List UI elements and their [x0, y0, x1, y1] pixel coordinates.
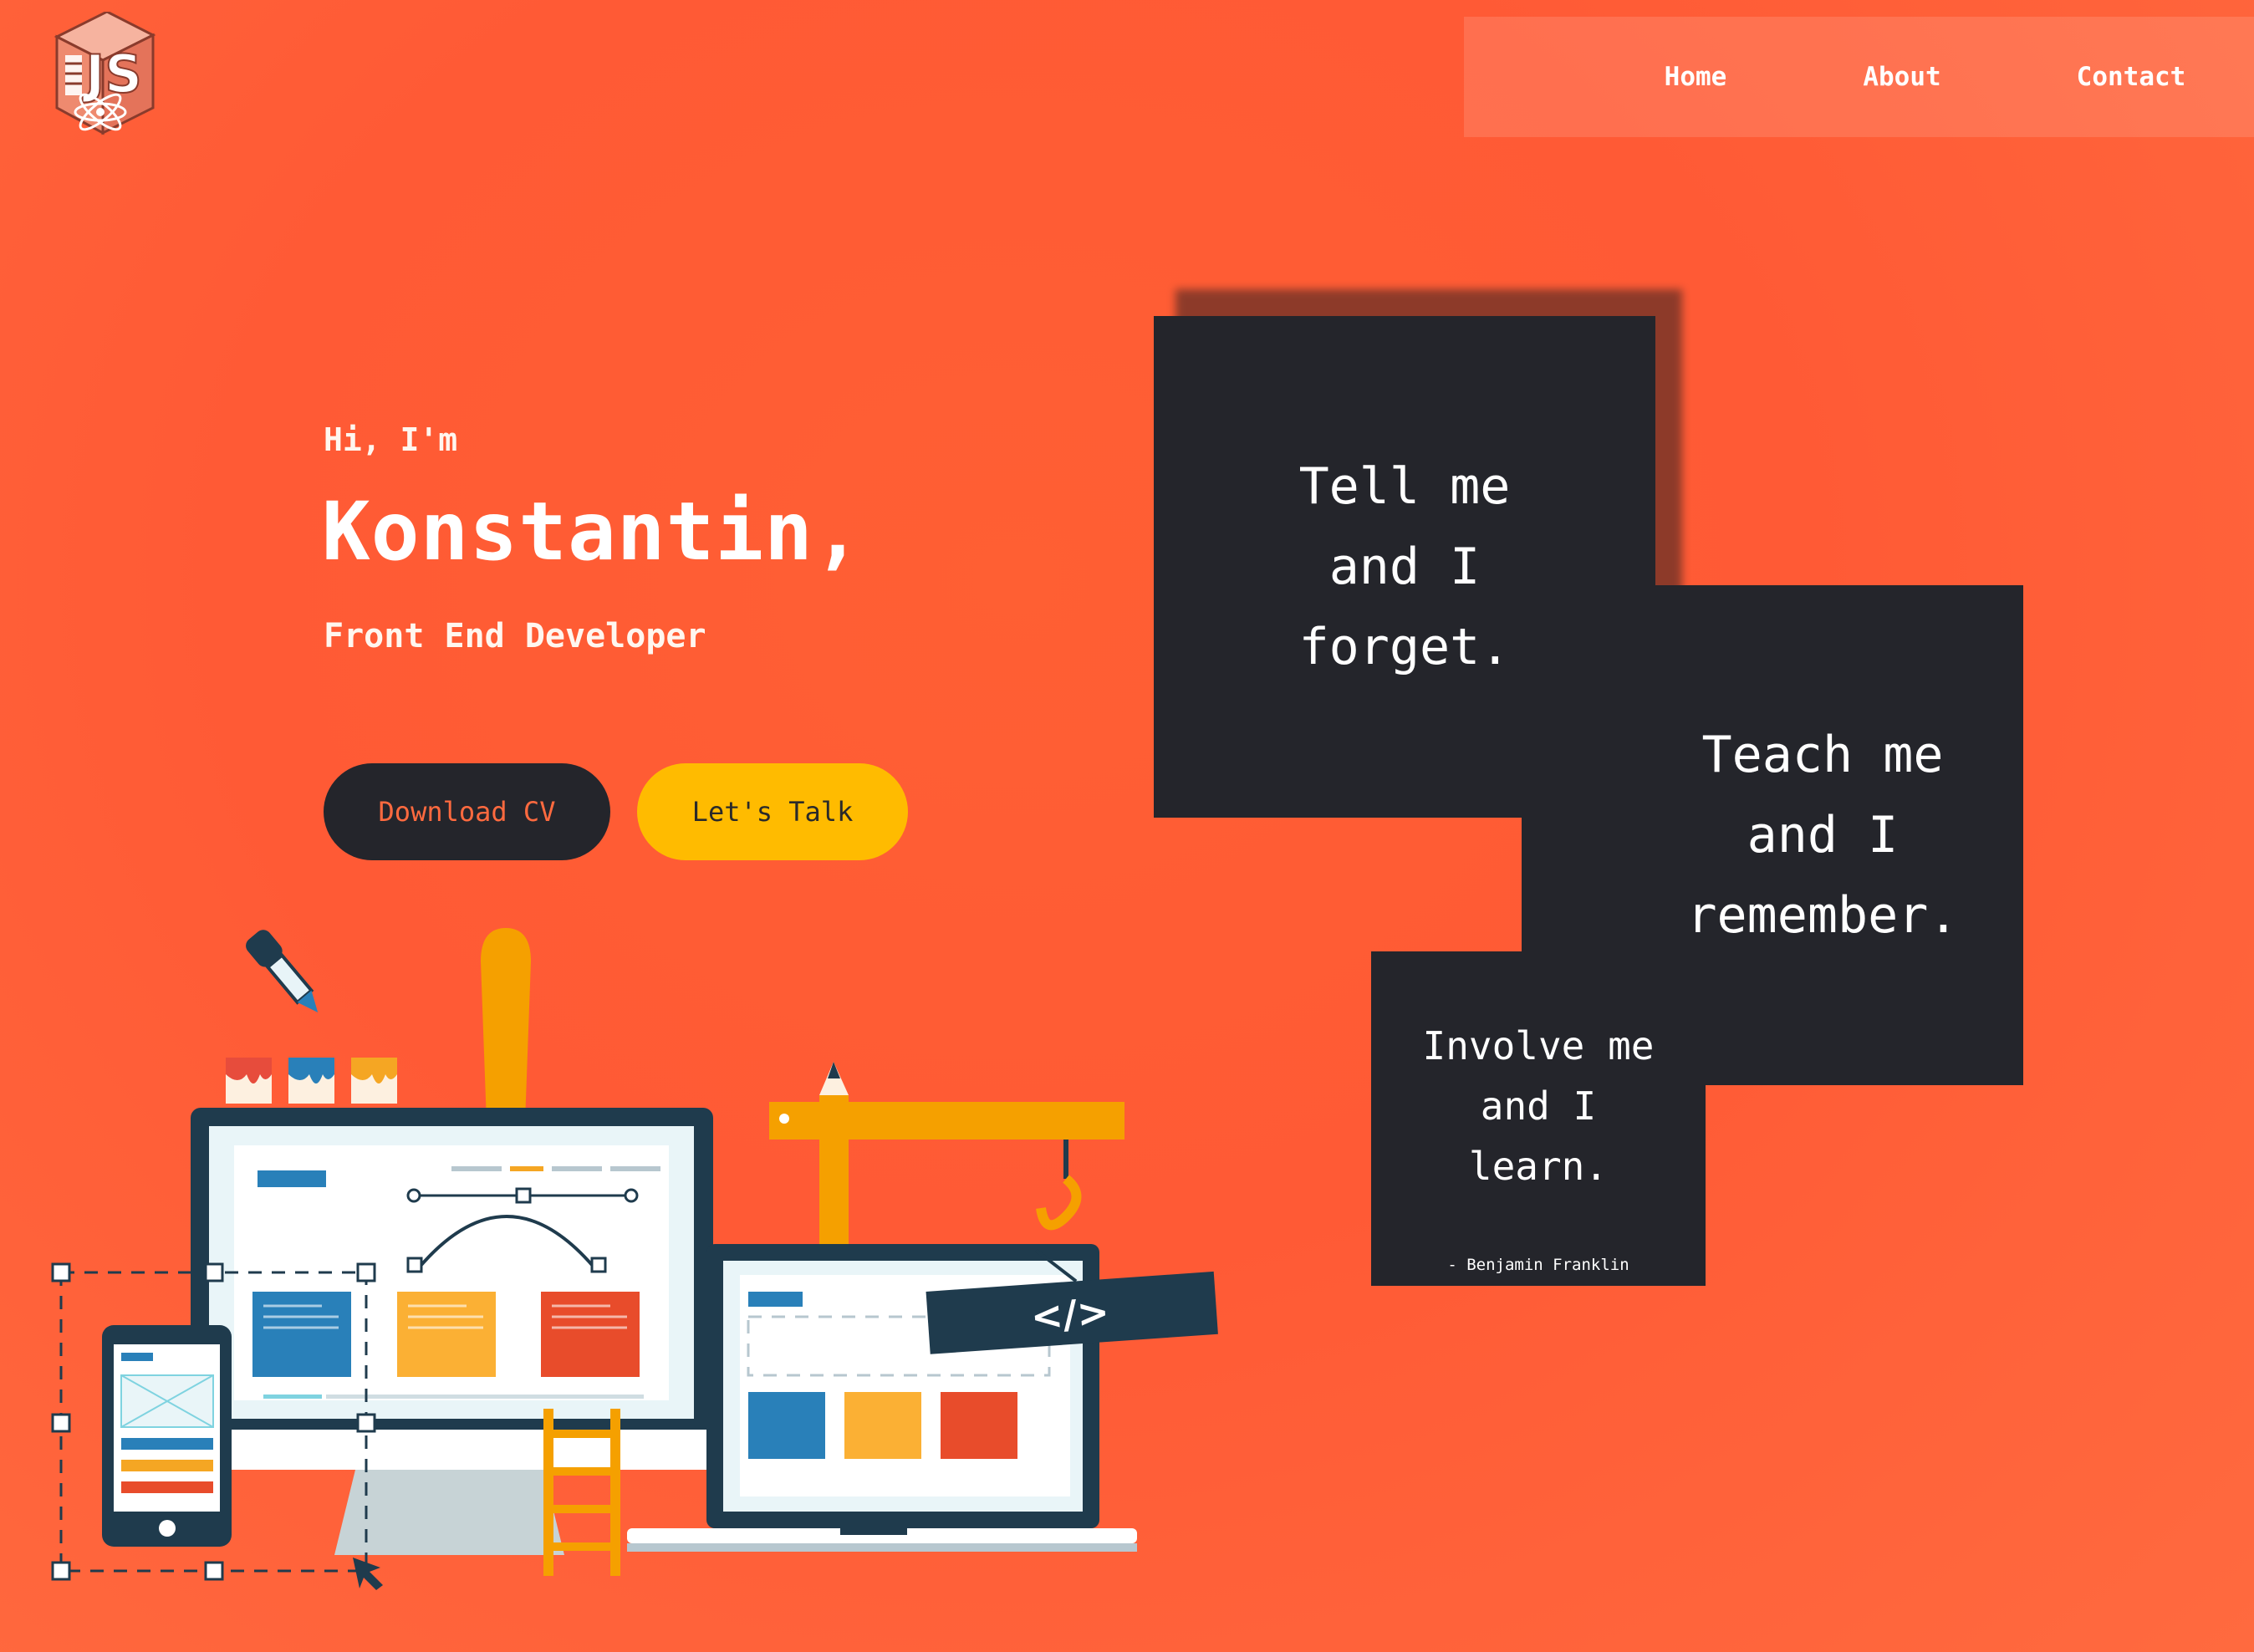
nav-link-about[interactable]: About — [1863, 62, 1940, 92]
js-cube-logo-icon: JS — [54, 12, 156, 135]
main-navigation: Home About Contact — [1464, 17, 2254, 137]
nav-link-home[interactable]: Home — [1665, 62, 1727, 92]
quote-text-tell: Tell me and I forget. — [1298, 457, 1511, 676]
quote-author: - Benjamin Franklin — [1447, 1256, 1629, 1274]
web-design-illustration: </> — [42, 920, 1221, 1605]
code-sign-text: </> — [1029, 1289, 1110, 1339]
quote-text-involve: Involve me and I learn. — [1422, 1023, 1655, 1189]
nav-link-contact[interactable]: Contact — [2077, 62, 2186, 92]
web-design-devices-illustration-icon: </> — [51, 928, 1218, 1590]
lets-talk-button[interactable]: Let's Talk — [637, 763, 908, 860]
quote-card-tell: Tell me and I forget. — [1154, 316, 1655, 818]
hero-name: Konstantin, — [322, 485, 863, 579]
hero-greeting: Hi, I'm — [324, 421, 458, 458]
download-cv-button[interactable]: Download CV — [324, 763, 610, 860]
logo[interactable]: JS — [40, 12, 157, 137]
hero-role: Front End Developer — [324, 617, 706, 655]
quote-text-teach: Teach me and I remember. — [1686, 726, 1959, 945]
quote-card-involve: Involve me and I learn. - Benjamin Frank… — [1371, 951, 1706, 1286]
